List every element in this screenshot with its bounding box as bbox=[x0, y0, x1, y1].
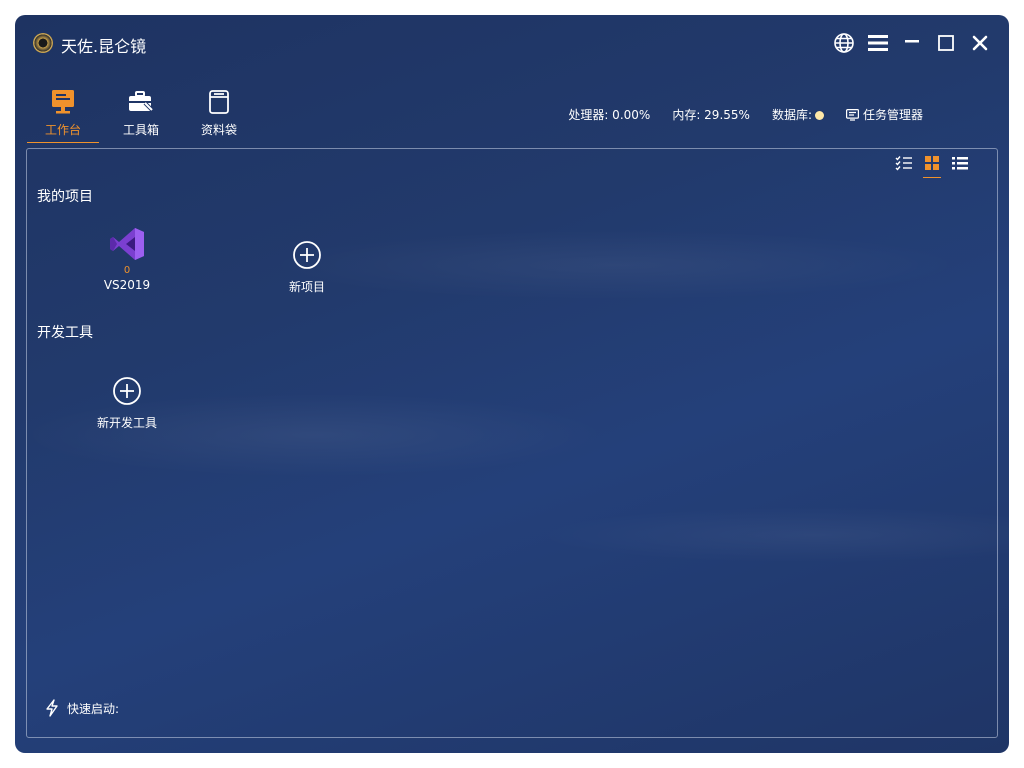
database-label: 数据库: bbox=[771, 108, 812, 122]
nav-item-folder-bag[interactable]: 资料袋 bbox=[191, 87, 247, 143]
status-bar: 处理器: 0.00% 内存: 29.55% 数据库: 任务管理器 bbox=[568, 106, 923, 123]
project-count: 0 bbox=[123, 265, 131, 276]
new-project-button[interactable]: 新项目 bbox=[262, 240, 352, 295]
cpu-usage: 处理器: 0.00% bbox=[568, 108, 651, 122]
nav-item-label: 工具箱 bbox=[122, 123, 159, 137]
grid-view-icon[interactable] bbox=[923, 155, 941, 178]
checklist-view-icon[interactable] bbox=[895, 155, 913, 177]
list-view-icon[interactable] bbox=[951, 155, 969, 177]
visual-studio-icon bbox=[82, 227, 172, 265]
workbench-icon bbox=[35, 87, 91, 117]
quick-launch-label: 快速启动: bbox=[67, 701, 120, 716]
new-project-label: 新项目 bbox=[288, 280, 325, 294]
maximize-icon[interactable] bbox=[935, 32, 957, 54]
memory-usage: 内存: 29.55% bbox=[672, 108, 750, 122]
app-title: 天佐.昆仑镜 bbox=[61, 37, 147, 56]
new-devtool-button[interactable]: 新开发工具 bbox=[82, 376, 172, 431]
toolbox-icon bbox=[113, 87, 169, 117]
project-name: VS2019 bbox=[103, 278, 151, 292]
task-manager-button[interactable]: 任务管理器 bbox=[845, 106, 923, 123]
nav-item-label: 工作台 bbox=[27, 121, 99, 143]
folder-bag-icon bbox=[191, 87, 247, 117]
database-status-dot bbox=[814, 111, 824, 120]
add-circle-icon bbox=[262, 240, 352, 274]
nav-item-toolbox[interactable]: 工具箱 bbox=[113, 87, 169, 143]
window-controls bbox=[833, 32, 991, 54]
database-status: 数据库: bbox=[772, 106, 824, 123]
content-panel: 我的项目 0 VS2019 新项目 开发工具 新开发工具 快速启动: bbox=[26, 148, 998, 738]
app-logo-icon bbox=[33, 33, 53, 53]
lightning-icon bbox=[46, 699, 58, 717]
task-manager-label: 任务管理器 bbox=[862, 108, 923, 122]
view-toggle bbox=[895, 155, 969, 178]
title-bar[interactable]: 天佐.昆仑镜 bbox=[15, 15, 1009, 73]
globe-icon[interactable] bbox=[833, 32, 855, 54]
close-icon[interactable] bbox=[969, 32, 991, 54]
new-devtool-label: 新开发工具 bbox=[96, 416, 157, 430]
main-nav: 工作台 工具箱 资料袋 bbox=[27, 87, 247, 143]
dev-tools-title: 开发工具 bbox=[37, 325, 93, 341]
task-manager-icon bbox=[845, 108, 859, 121]
nav-item-workbench[interactable]: 工作台 bbox=[27, 87, 99, 143]
minimize-icon[interactable] bbox=[901, 32, 923, 54]
my-projects-title: 我的项目 bbox=[37, 189, 93, 205]
project-tile-vs2019[interactable]: 0 VS2019 bbox=[82, 227, 172, 292]
menu-icon[interactable] bbox=[867, 32, 889, 54]
quick-launch[interactable]: 快速启动: bbox=[45, 699, 119, 717]
add-circle-icon bbox=[82, 376, 172, 410]
app-window: 天佐.昆仑镜 工作台 工具箱 资料袋 处理器: 0.00% 内存: 29.55%… bbox=[15, 15, 1009, 753]
nav-item-label: 资料袋 bbox=[200, 123, 237, 137]
